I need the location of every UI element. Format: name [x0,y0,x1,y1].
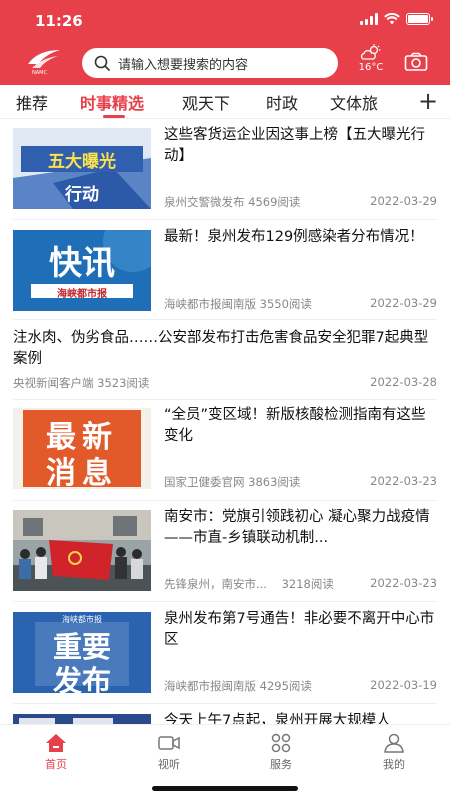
article-thumbnail: 快讯 海峡都市报 [13,230,151,311]
nav-home[interactable]: 首页 [26,733,86,772]
article-title[interactable]: 今天上午7点起，泉州开展大规模人 [164,711,437,724]
thumb-text: 快讯 [49,243,115,282]
signal-icon [360,13,378,25]
nav-services[interactable]: 服务 [251,733,311,772]
weather-temp: 16°C [358,62,384,73]
article-card[interactable]: 今天上午7点起，泉州开展大规模人 [13,706,437,724]
article-source: 先锋泉州，南安市... [164,577,267,591]
nav-services-label: 服务 [270,758,292,771]
article-thumbnail: 海峡都市报 重要 发布 [13,612,151,693]
thumb-text: 五大曝光 [48,152,116,172]
home-icon [46,734,66,752]
article-thumbnail [13,510,151,591]
thumb-text: 消息 [46,456,118,489]
article-source: 泉州交警微发布 [164,195,245,209]
add-tab-icon[interactable]: + [418,87,438,115]
article-title[interactable]: “全员”变区域！新版核酸检测指南有这些变化 [164,405,437,447]
logo-text: NAMC [32,70,47,76]
article-title[interactable]: 最新！泉州发布129例感染者分布情况！ [164,227,437,248]
article-reads: 3523阅读 [97,376,150,390]
article-title[interactable]: 南安市：党旗引领践初心 凝心聚力战疫情——市直-乡镇联动机制... [164,507,437,549]
active-tab-indicator [103,115,125,118]
search-placeholder: 请输入想要搜索的内容 [118,57,249,73]
article-card[interactable]: 五大曝光 行动 这些客货运企业因这事上榜【五大曝光行动】 泉州交警微发布 456… [13,120,437,220]
article-source: 海峡都市报闽南版 [164,297,256,311]
battery-icon [406,13,433,25]
home-indicator [152,786,298,791]
grid-icon [271,733,291,753]
tab-culture-sports-travel[interactable]: 文体旅 [330,90,378,114]
video-camera-icon [158,736,180,750]
article-date: 2022-03-28 [370,375,437,389]
article-card[interactable]: 注水肉、伪劣食品……公安部发布打击危害食品安全犯罪7起典型案例 央视新闻客户端 … [13,320,437,400]
wifi-icon [384,13,400,25]
article-card[interactable]: 最新 消息 “全员”变区域！新版核酸检测指南有这些变化 国家卫健委官网 3863… [13,400,437,501]
tab-recommend[interactable]: 推荐 [16,90,48,114]
article-card[interactable]: 快讯 海峡都市报 最新！泉州发布129例感染者分布情况！ 海峡都市报闽南版 35… [13,222,437,320]
article-card[interactable]: 海峡都市报 重要 发布 泉州发布第7号通告！非必要不离开中心市区 海峡都市报闽南… [13,604,437,704]
tab-politics[interactable]: 时政 [266,90,298,114]
article-reads: 4295阅读 [259,679,312,693]
thumb-text: 行动 [65,185,99,205]
nav-home-label: 首页 [45,758,67,771]
cloud-sun-icon [360,44,381,60]
status-bar: 11:26 [0,0,450,40]
article-reads: 4569阅读 [248,195,301,209]
app-logo: NAMC [28,50,60,76]
article-reads: 3218阅读 [281,577,334,591]
user-icon [384,733,404,753]
nav-video[interactable]: 视听 [139,733,199,772]
news-feed[interactable]: 五大曝光 行动 这些客货运企业因这事上榜【五大曝光行动】 泉州交警微发布 456… [0,120,450,724]
thumb-text: 发布 [52,664,111,693]
weather-widget[interactable]: 16°C [354,44,388,73]
article-date: 2022-03-23 [370,576,437,590]
status-icons [360,13,433,25]
status-time: 11:26 [35,12,83,30]
article-source: 国家卫健委官网 [164,475,245,489]
app-header: 11:26 NAMC 请输入想要搜索的内容 16°C [0,0,450,85]
tab-current-affairs[interactable]: 时事精选 [80,90,144,114]
article-title[interactable]: 泉州发布第7号通告！非必要不离开中心市区 [164,609,437,651]
category-tabs: 推荐 时事精选 观天下 时政 文体旅 + [0,85,450,119]
article-reads: 3550阅读 [259,297,312,311]
article-date: 2022-03-19 [370,678,437,692]
article-thumbnail: 最新 消息 [13,408,151,489]
nav-profile-label: 我的 [383,758,405,771]
thumb-text: 海峡都市报 [57,289,107,300]
article-date: 2022-03-29 [370,194,437,208]
article-date: 2022-03-23 [370,474,437,488]
article-card[interactable]: 南安市：党旗引领践初心 凝心聚力战疫情——市直-乡镇联动机制... 先锋泉州，南… [13,502,437,602]
article-thumbnail: 五大曝光 行动 [13,128,151,209]
article-thumbnail [13,714,151,724]
article-title[interactable]: 这些客货运企业因这事上榜【五大曝光行动】 [164,125,437,167]
article-source: 海峡都市报闽南版 [164,679,256,693]
article-source: 央视新闻客户端 [13,376,94,390]
article-title[interactable]: 注水肉、伪劣食品……公安部发布打击危害食品安全犯罪7起典型案例 [13,328,437,370]
search-icon [94,55,110,71]
article-reads: 3863阅读 [248,475,301,489]
camera-icon[interactable] [404,52,428,72]
nav-video-label: 视听 [158,758,180,771]
nav-profile[interactable]: 我的 [364,733,424,772]
search-input[interactable]: 请输入想要搜索的内容 [82,48,338,78]
tab-world[interactable]: 观天下 [182,90,230,114]
article-date: 2022-03-29 [370,296,437,310]
